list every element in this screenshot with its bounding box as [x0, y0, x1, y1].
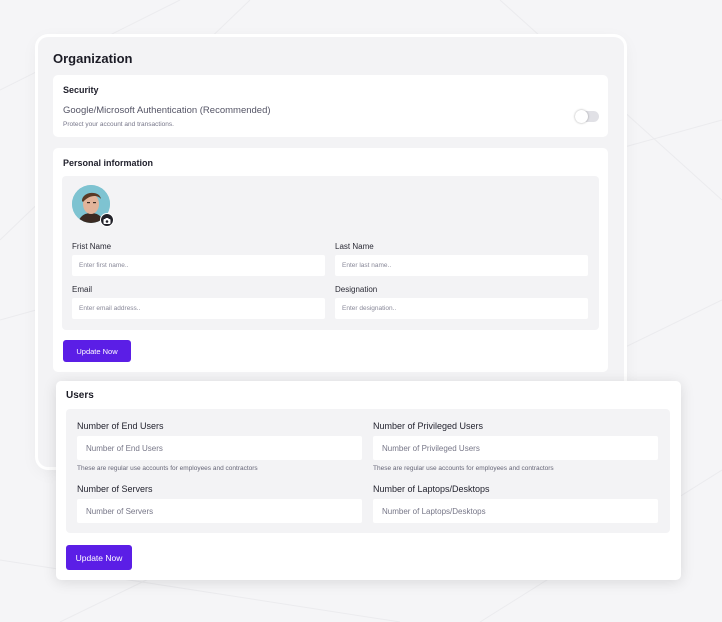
servers-input[interactable]: [77, 499, 362, 523]
personal-info-title: Personal information: [63, 158, 154, 168]
auth-option-name: Google/Microsoft Authentication (Recomme…: [63, 105, 271, 116]
users-form: Number of End Users These are regular us…: [66, 409, 670, 533]
designation-input[interactable]: [335, 298, 588, 319]
personal-info-card: Personal information Frist Name Enter fi…: [53, 148, 608, 372]
end-users-input[interactable]: [77, 436, 362, 460]
privileged-users-label: Number of Privileged Users: [373, 421, 484, 431]
page-title: Organization: [53, 51, 133, 66]
update-users-button[interactable]: Update Now: [66, 545, 132, 570]
designation-label: Designation: [335, 285, 378, 294]
users-title: Users: [66, 390, 94, 401]
personal-info-form: Frist Name Last Name Email Designation: [62, 176, 599, 330]
auth-option-description: Protect your account and transactions.: [63, 121, 174, 128]
first-name-label: Frist Name: [72, 242, 112, 251]
servers-label: Number of Servers: [77, 484, 153, 494]
auth-toggle[interactable]: [575, 110, 599, 123]
email-input[interactable]: [72, 298, 325, 319]
first-name-input[interactable]: [72, 255, 325, 276]
email-label: Email: [72, 285, 93, 294]
security-title: Security: [63, 85, 99, 95]
laptops-input[interactable]: [373, 499, 658, 523]
toggle-knob: [575, 110, 588, 123]
end-users-hint: These are regular use accounts for emplo…: [77, 465, 258, 472]
security-card: Security Google/Microsoft Authentication…: [53, 75, 608, 137]
end-users-label: Number of End Users: [77, 421, 164, 431]
last-name-label: Last Name: [335, 242, 374, 251]
update-personal-info-button[interactable]: Update Now: [63, 340, 131, 362]
users-panel: Users Number of End Users These are regu…: [56, 381, 681, 580]
last-name-input[interactable]: [335, 255, 588, 276]
privileged-users-input[interactable]: [373, 436, 658, 460]
camera-icon[interactable]: [100, 213, 114, 227]
privileged-users-hint: These are regular use accounts for emplo…: [373, 465, 554, 472]
laptops-label: Number of Laptops/Desktops: [373, 484, 490, 494]
